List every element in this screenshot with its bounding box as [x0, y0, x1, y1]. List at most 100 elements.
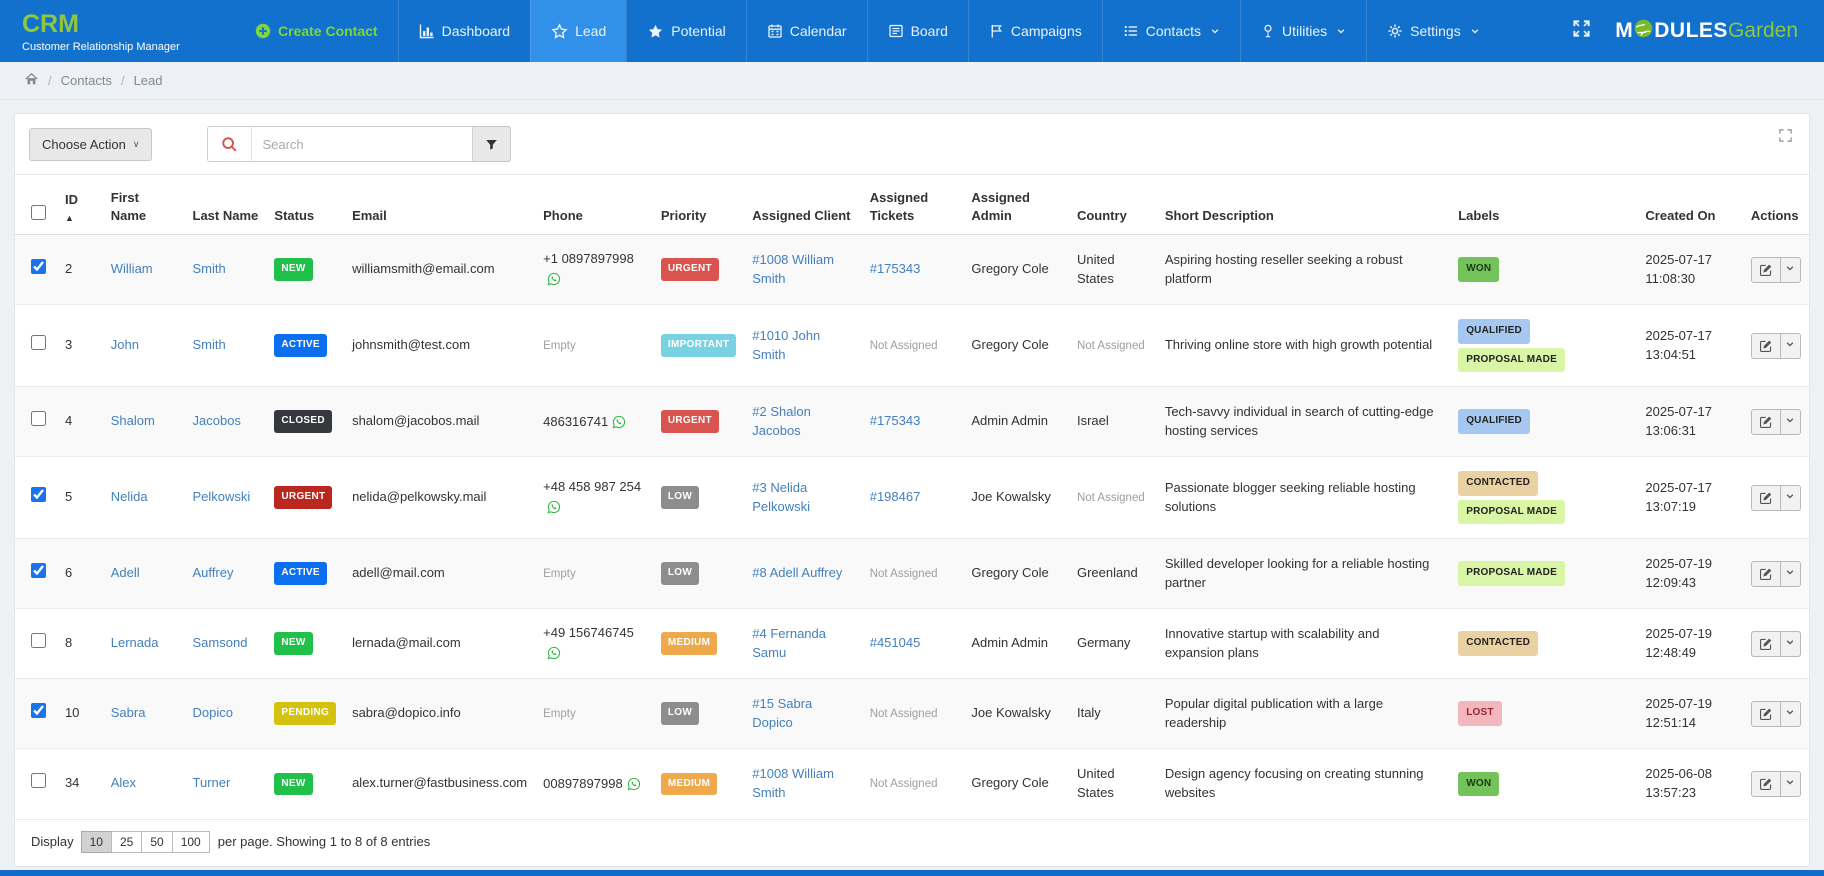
- first-name-link[interactable]: Alex: [111, 775, 136, 790]
- edit-button[interactable]: [1751, 485, 1781, 511]
- column-header-first-name[interactable]: First Name: [103, 175, 185, 235]
- edit-button[interactable]: [1751, 631, 1781, 657]
- column-header-status[interactable]: Status: [266, 175, 344, 235]
- assigned-admin-text: Gregory Cole: [963, 749, 1069, 819]
- whatsapp-icon[interactable]: [547, 272, 561, 292]
- row-checkbox[interactable]: [31, 411, 46, 426]
- first-name-link[interactable]: Sabra: [111, 705, 146, 720]
- nav-item-campaigns[interactable]: Campaigns: [968, 0, 1102, 62]
- fullscreen-icon[interactable]: [1572, 19, 1591, 43]
- last-name-link[interactable]: Smith: [193, 261, 226, 276]
- breadcrumb-contacts[interactable]: Contacts: [61, 73, 112, 88]
- first-name-link[interactable]: Shalom: [111, 413, 155, 428]
- row-checkbox[interactable]: [31, 773, 46, 788]
- row-checkbox[interactable]: [31, 563, 46, 578]
- filter-button[interactable]: [473, 126, 511, 162]
- breadcrumb-separator: /: [121, 73, 125, 88]
- last-name-link[interactable]: Samsond: [193, 635, 248, 650]
- first-name-link[interactable]: Nelida: [111, 489, 148, 504]
- row-actions-dropdown-button[interactable]: [1781, 409, 1801, 435]
- assigned-client-link[interactable]: #2 Shalon Jacobos: [752, 404, 811, 438]
- column-header-priority[interactable]: Priority: [653, 175, 744, 235]
- assigned-client-link[interactable]: #8 Adell Auffrey: [752, 565, 842, 580]
- whatsapp-icon[interactable]: [547, 500, 561, 520]
- assigned-ticket-link[interactable]: #198467: [870, 489, 921, 504]
- nav-item-create-contact[interactable]: Create Contact: [235, 0, 398, 62]
- last-name-link[interactable]: Dopico: [193, 705, 233, 720]
- column-header-assigned-client[interactable]: Assigned Client: [744, 175, 861, 235]
- column-header-assigned-tickets[interactable]: Assigned Tickets: [862, 175, 964, 235]
- first-name-link[interactable]: William: [111, 261, 153, 276]
- first-name-link[interactable]: Lernada: [111, 635, 159, 650]
- nav-item-utilities[interactable]: Utilities: [1240, 0, 1366, 62]
- page-size-25-button[interactable]: 25: [111, 831, 142, 853]
- assigned-client-link[interactable]: #15 Sabra Dopico: [752, 696, 812, 730]
- column-header-labels[interactable]: Labels: [1450, 175, 1637, 235]
- first-name-link[interactable]: John: [111, 337, 139, 352]
- assigned-client-link[interactable]: #1010 John Smith: [752, 328, 820, 362]
- column-header-email[interactable]: Email: [344, 175, 535, 235]
- edit-button[interactable]: [1751, 333, 1781, 359]
- row-checkbox[interactable]: [31, 487, 46, 502]
- edit-button[interactable]: [1751, 771, 1781, 797]
- assigned-client-link[interactable]: #1008 William Smith: [752, 766, 834, 800]
- page-size-10-button[interactable]: 10: [81, 831, 112, 853]
- last-name-link[interactable]: Smith: [193, 337, 226, 352]
- column-header-last-name[interactable]: Last Name: [185, 175, 267, 235]
- row-checkbox[interactable]: [31, 633, 46, 648]
- edit-button[interactable]: [1751, 257, 1781, 283]
- column-header-assigned-admin[interactable]: Assigned Admin: [963, 175, 1069, 235]
- nav-item-potential[interactable]: Potential: [626, 0, 745, 62]
- nav-item-calendar[interactable]: Calendar: [746, 0, 867, 62]
- select-all-checkbox[interactable]: [31, 205, 46, 220]
- last-name-link[interactable]: Auffrey: [193, 565, 234, 580]
- choose-action-button[interactable]: Choose Action ∨: [29, 128, 152, 161]
- edit-button[interactable]: [1751, 701, 1781, 727]
- edit-button[interactable]: [1751, 561, 1781, 587]
- row-actions-dropdown-button[interactable]: [1781, 485, 1801, 511]
- assigned-client-link[interactable]: #4 Fernanda Samu: [752, 626, 826, 660]
- whatsapp-icon[interactable]: [547, 646, 561, 666]
- assigned-ticket-link[interactable]: #451045: [870, 635, 921, 650]
- row-checkbox[interactable]: [31, 259, 46, 274]
- last-name-link[interactable]: Jacobos: [193, 413, 241, 428]
- email-text: johnsmith@test.com: [344, 305, 535, 387]
- last-name-link[interactable]: Turner: [193, 775, 231, 790]
- row-actions-dropdown-button[interactable]: [1781, 701, 1801, 727]
- assigned-ticket-link[interactable]: #175343: [870, 413, 921, 428]
- row-actions-dropdown-button[interactable]: [1781, 257, 1801, 283]
- nav-item-board[interactable]: Board: [867, 0, 968, 62]
- nav-item-lead[interactable]: Lead: [530, 0, 626, 62]
- first-name-link[interactable]: Adell: [111, 565, 140, 580]
- nav-item-settings[interactable]: Settings: [1366, 0, 1500, 62]
- modulesgarden-logo[interactable]: M DULES Garden: [1615, 19, 1798, 44]
- row-checkbox[interactable]: [31, 335, 46, 350]
- page-size-50-button[interactable]: 50: [141, 831, 172, 853]
- column-header-country[interactable]: Country: [1069, 175, 1157, 235]
- column-header-phone[interactable]: Phone: [535, 175, 653, 235]
- column-header-created-on[interactable]: Created On: [1637, 175, 1743, 235]
- home-icon[interactable]: [24, 72, 39, 89]
- row-actions-dropdown-button[interactable]: [1781, 561, 1801, 587]
- expand-table-icon[interactable]: [1778, 128, 1793, 148]
- breadcrumb-lead[interactable]: Lead: [134, 73, 163, 88]
- column-header-actions[interactable]: Actions: [1743, 175, 1809, 235]
- row-checkbox[interactable]: [31, 703, 46, 718]
- nav-item-contacts[interactable]: Contacts: [1102, 0, 1240, 62]
- app-logo[interactable]: CRM Customer Relationship Manager: [0, 0, 235, 62]
- nav-item-dashboard[interactable]: Dashboard: [398, 0, 531, 62]
- edit-button[interactable]: [1751, 409, 1781, 435]
- whatsapp-icon[interactable]: [612, 415, 626, 435]
- whatsapp-icon[interactable]: [627, 777, 641, 797]
- row-actions-dropdown-button[interactable]: [1781, 631, 1801, 657]
- column-header-short-description[interactable]: Short Description: [1157, 175, 1450, 235]
- last-name-link[interactable]: Pelkowski: [193, 489, 251, 504]
- assigned-client-link[interactable]: #3 Nelida Pelkowski: [752, 480, 810, 514]
- row-actions-dropdown-button[interactable]: [1781, 771, 1801, 797]
- row-actions-dropdown-button[interactable]: [1781, 333, 1801, 359]
- assigned-client-link[interactable]: #1008 William Smith: [752, 252, 834, 286]
- page-size-100-button[interactable]: 100: [172, 831, 210, 853]
- assigned-ticket-link[interactable]: #175343: [870, 261, 921, 276]
- search-input[interactable]: [251, 126, 473, 162]
- column-header-id[interactable]: ID▲: [57, 175, 103, 235]
